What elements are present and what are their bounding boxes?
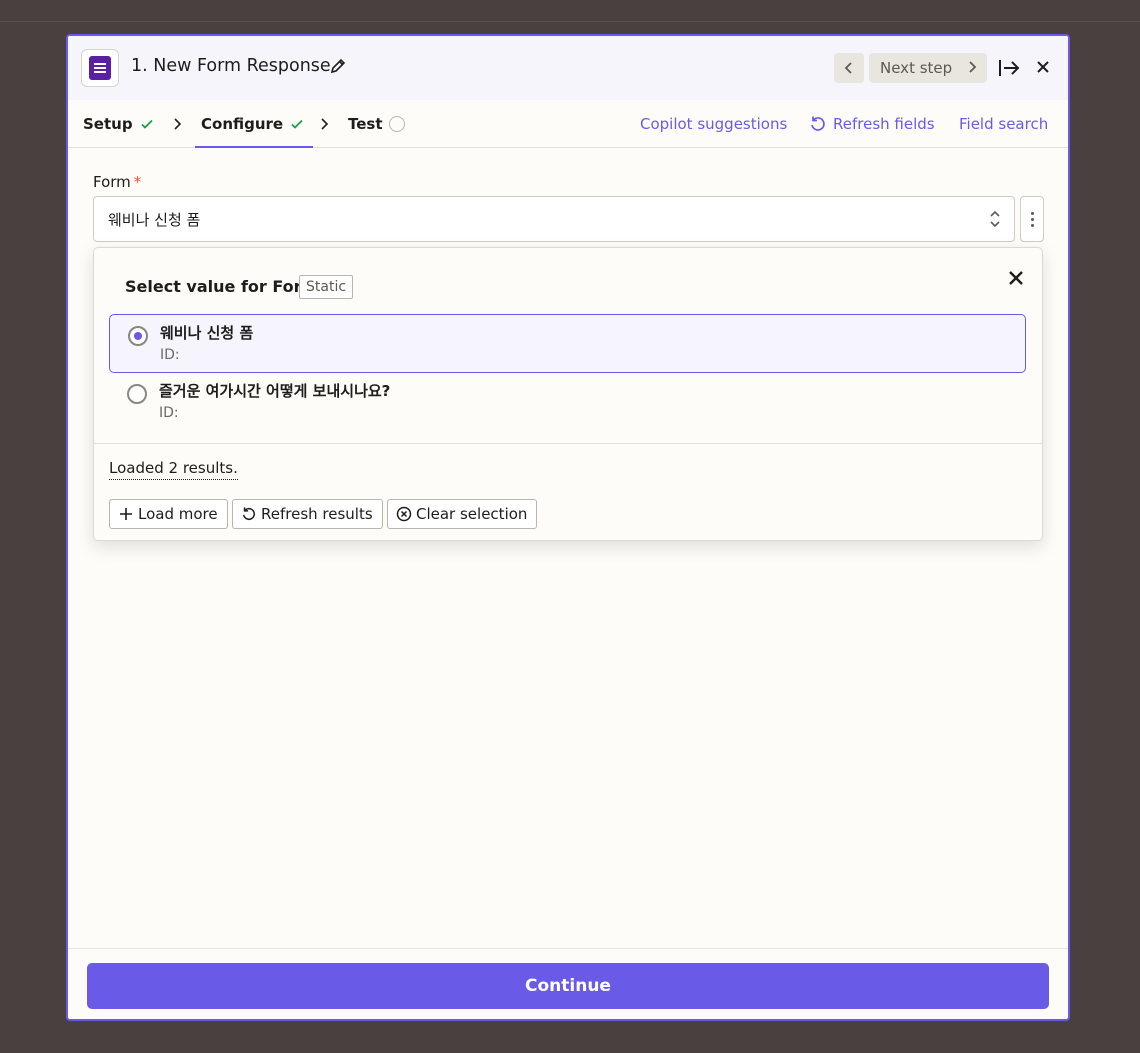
option-name: 웨비나 신청 폼 <box>160 324 254 342</box>
chevron-right-icon <box>174 118 182 130</box>
tab-configure-label: Configure <box>201 115 284 133</box>
modal-footer: Continue <box>68 948 1068 1019</box>
field-search-label: Field search <box>959 115 1049 133</box>
step-title[interactable]: 1. New Form Response <box>131 56 331 76</box>
check-icon <box>140 119 153 129</box>
copilot-suggestions-link[interactable]: Copilot suggestions <box>640 115 787 133</box>
dot <box>1030 211 1034 215</box>
dropdown-title: Select value for Form <box>125 277 319 296</box>
chevron-right-icon <box>321 118 329 130</box>
refresh-icon <box>242 507 255 521</box>
load-more-button[interactable]: Load more <box>109 499 228 529</box>
previous-step-button[interactable] <box>834 53 864 83</box>
step-tabs: Setup Configure Test Copilot suggestions… <box>68 100 1068 148</box>
form-field-label: Form * <box>93 173 141 191</box>
option-id: ID: <box>160 347 180 363</box>
pencil-edit-icon[interactable] <box>329 57 347 75</box>
form-select-value: 웨비나 신청 폼 <box>108 211 201 229</box>
form-label-text: Form <box>93 173 131 191</box>
clear-selection-label: Clear selection <box>416 505 528 523</box>
option-id: ID: <box>159 405 179 421</box>
static-badge: Static <box>299 275 354 299</box>
field-search-link[interactable]: Field search <box>959 115 1048 133</box>
tab-setup-label: Setup <box>83 115 133 133</box>
form-select[interactable]: 웨비나 신청 폼 <box>93 196 1015 242</box>
close-icon[interactable] <box>1034 58 1052 76</box>
clear-selection-button[interactable]: Clear selection <box>387 499 538 529</box>
google-forms-app-icon <box>81 49 119 87</box>
value-picker-dropdown: Select value for Form Static 웨비나 신청 폼 ID… <box>93 247 1043 541</box>
option-item[interactable]: 즐거운 여가시간 어떻게 보내시나요? ID: <box>109 373 1026 432</box>
load-more-label: Load more <box>138 505 218 523</box>
check-icon <box>291 119 303 129</box>
backdrop-divider <box>0 21 1140 22</box>
dot <box>1030 217 1034 221</box>
dropdown-divider <box>94 443 1042 444</box>
loaded-results-text: Loaded 2 results. <box>109 459 238 480</box>
continue-button[interactable]: Continue <box>87 963 1049 1009</box>
expand-panel-icon[interactable] <box>997 57 1021 79</box>
close-icon[interactable] <box>1006 268 1026 288</box>
tab-setup[interactable]: Setup <box>83 115 155 133</box>
step-editor-modal: 1. New Form Response Next step Setup Con… <box>66 34 1070 1021</box>
chevron-up-down-icon <box>990 210 1000 228</box>
tab-test[interactable]: Test <box>348 115 405 133</box>
tab-test-label: Test <box>348 115 383 133</box>
copilot-suggestions-label: Copilot suggestions <box>640 115 788 133</box>
radio-unselected[interactable] <box>127 384 147 404</box>
modal-header: 1. New Form Response Next step <box>68 36 1068 100</box>
required-asterisk: * <box>133 173 142 191</box>
pending-circle-icon <box>388 116 405 132</box>
plus-icon <box>120 508 132 520</box>
tab-configure[interactable]: Configure <box>194 115 314 148</box>
refresh-icon <box>811 116 825 131</box>
radio-selected[interactable] <box>128 326 148 346</box>
next-step-button[interactable]: Next step <box>869 53 987 83</box>
refresh-results-button[interactable]: Refresh results <box>232 499 383 529</box>
next-step-label: Next step <box>880 59 953 77</box>
form-document-icon <box>89 56 111 80</box>
option-item[interactable]: 웨비나 신청 폼 ID: <box>109 314 1026 373</box>
refresh-results-label: Refresh results <box>261 505 373 523</box>
refresh-fields-label: Refresh fields <box>833 115 935 133</box>
option-name: 즐거운 여가시간 어떻게 보내시나요? <box>159 382 391 400</box>
chevron-left-icon <box>844 62 852 74</box>
dot <box>1030 223 1034 227</box>
chevron-right-icon <box>969 61 977 73</box>
refresh-fields-link[interactable]: Refresh fields <box>809 115 935 133</box>
clear-circle-x-icon <box>396 506 412 522</box>
more-options-button[interactable] <box>1020 196 1044 242</box>
